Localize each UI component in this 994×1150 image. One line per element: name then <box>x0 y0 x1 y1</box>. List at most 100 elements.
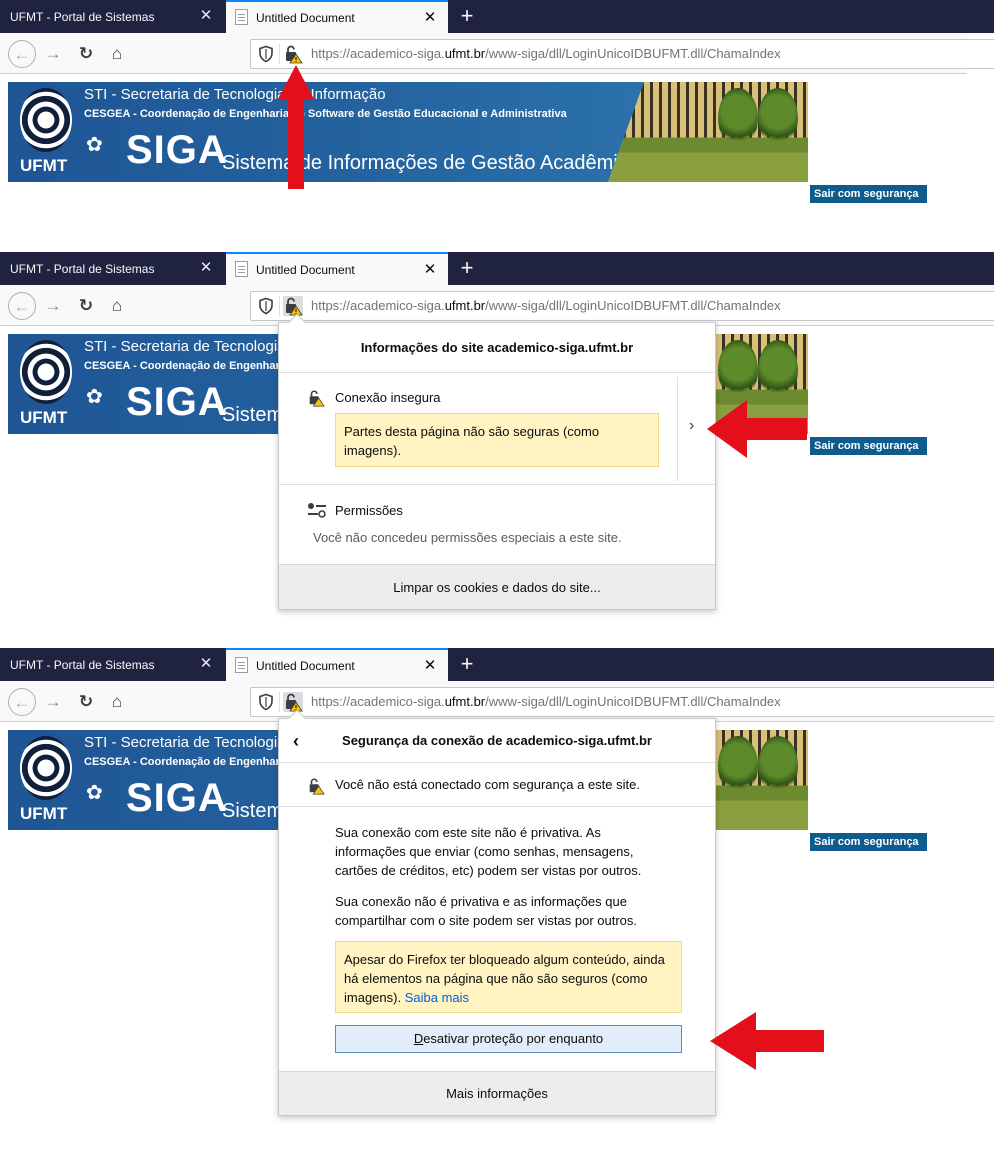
siga-banner: UFMT STI - Secretaria de Tecnologia da I… <box>8 82 808 182</box>
siga-logo-text: SIGA <box>126 776 228 820</box>
url-host: ufmt.br <box>444 694 486 709</box>
privacy-paragraph-1: Sua conexão com este site não é privativ… <box>335 825 642 878</box>
tab-untitled-document[interactable]: Untitled Document ✕ <box>226 0 448 33</box>
connection-label: Conexão insegura <box>335 390 441 405</box>
url-text: https://academico-siga.ufmt.br/www-siga/… <box>311 298 781 313</box>
close-icon[interactable]: ✕ <box>422 10 438 26</box>
panel-title: ‹ Segurança da conexão de academico-siga… <box>279 719 715 763</box>
ufmt-logo-text: UFMT <box>20 156 68 175</box>
forward-arrow-icon[interactable]: → <box>39 688 67 716</box>
connection-divider <box>677 377 678 481</box>
url-text: https://academico-siga.ufmt.br/www-siga/… <box>311 46 781 61</box>
navigation-bar: ← → ↻ ⌂ https://academico-siga.ufmt.br/w… <box>0 681 994 722</box>
logout-link[interactable]: Sair com segurança <box>810 833 927 851</box>
red-arrow-left-annotation <box>710 1012 824 1070</box>
document-icon <box>235 9 248 25</box>
new-tab-button[interactable]: + <box>456 3 478 29</box>
tab-ufmt-portal[interactable]: UFMT - Portal de Sistemas ✕ <box>0 252 224 285</box>
reload-icon[interactable]: ↻ <box>72 40 100 68</box>
siga-logo-text: SIGA <box>126 380 228 424</box>
close-icon[interactable]: ✕ <box>198 8 214 24</box>
close-icon[interactable]: ✕ <box>198 656 214 672</box>
shield-icon[interactable] <box>257 693 275 711</box>
home-icon[interactable]: ⌂ <box>103 292 131 320</box>
connection-section[interactable]: Conexão insegura Partes desta página não… <box>279 373 715 485</box>
ufmt-seal-logo <box>20 88 72 152</box>
back-arrow-icon[interactable]: ← <box>8 292 36 320</box>
campus-photo <box>608 82 808 182</box>
siga-logo-text: SIGA <box>126 128 228 172</box>
url-host: ufmt.br <box>444 298 486 313</box>
ufmt-logo-text: UFMT <box>20 804 68 823</box>
status-text: Você não está conectado com segurança a … <box>335 777 640 792</box>
palm-tree <box>718 340 758 400</box>
forward-arrow-icon[interactable]: → <box>39 40 67 68</box>
permissions-section: Permissões Você não concedeu permissões … <box>279 486 715 564</box>
tab-untitled-document[interactable]: Untitled Document ✕ <box>226 252 448 285</box>
logout-link[interactable]: Sair com segurança <box>810 437 927 455</box>
home-icon[interactable]: ⌂ <box>103 688 131 716</box>
tab-label: UFMT - Portal de Sistemas <box>10 9 155 24</box>
url-path: /www-siga/dll/LoginUnicoIDBUFMT.dll/Cham… <box>485 46 781 61</box>
connection-warning: Partes desta página não são seguras (com… <box>335 413 659 467</box>
url-bar-separator <box>279 692 280 712</box>
tab-label: UFMT - Portal de Sistemas <box>10 657 155 672</box>
shield-icon[interactable] <box>257 297 275 315</box>
ufmt-seal-logo <box>20 736 72 800</box>
more-info-button[interactable]: Mais informações <box>279 1071 715 1115</box>
url-bar[interactable]: https://academico-siga.ufmt.br/www-siga/… <box>250 687 994 717</box>
blocked-content-text: Apesar do Firefox ter bloqueado algum co… <box>344 952 665 1005</box>
ufmt-seal-logo <box>20 340 72 404</box>
reload-icon[interactable]: ↻ <box>72 292 100 320</box>
tab-strip: UFMT - Portal de Sistemas ✕ Untitled Doc… <box>0 0 994 33</box>
home-icon[interactable]: ⌂ <box>103 40 131 68</box>
back-arrow-icon[interactable]: ← <box>8 40 36 68</box>
panel-title-text: Segurança da conexão de academico-siga.u… <box>342 733 652 748</box>
tab-label: Untitled Document <box>256 10 355 25</box>
insecure-lock-icon[interactable] <box>283 44 303 64</box>
reload-icon[interactable]: ↻ <box>72 688 100 716</box>
site-info-panel: Informações do site academico-siga.ufmt.… <box>278 313 716 610</box>
insecure-lock-icon <box>309 390 325 407</box>
back-arrow-icon[interactable]: ← <box>8 688 36 716</box>
disable-accesskey: D <box>413 1031 424 1046</box>
url-path: /www-siga/dll/LoginUnicoIDBUFMT.dll/Cham… <box>485 694 781 709</box>
url-bar[interactable]: https://academico-siga.ufmt.br/www-siga/… <box>250 291 994 321</box>
url-prefix: https://academico-siga. <box>311 298 445 313</box>
tab-ufmt-portal[interactable]: UFMT - Portal de Sistemas ✕ <box>0 648 224 681</box>
new-tab-button[interactable]: + <box>456 651 478 677</box>
document-icon <box>235 261 248 277</box>
learn-more-link[interactable]: Saiba mais <box>405 990 469 1005</box>
new-tab-button[interactable]: + <box>456 255 478 281</box>
url-bar[interactable]: https://academico-siga.ufmt.br/www-siga/… <box>250 39 994 69</box>
chevron-right-icon[interactable]: › <box>689 417 694 435</box>
tab-label: UFMT - Portal de Sistemas <box>10 261 155 276</box>
url-text: https://academico-siga.ufmt.br/www-siga/… <box>311 694 781 709</box>
screenshot-step-1: UFMT - Portal de Sistemas ✕ Untitled Doc… <box>0 0 994 252</box>
insecure-lock-icon[interactable] <box>283 692 303 712</box>
siga-swirl-icon: ✿ <box>86 386 103 408</box>
tab-strip: UFMT - Portal de Sistemas ✕ Untitled Doc… <box>0 252 994 285</box>
close-icon[interactable]: ✕ <box>422 658 438 674</box>
tab-ufmt-portal[interactable]: UFMT - Portal de Sistemas ✕ <box>0 0 224 33</box>
screenshot-step-3: UFMT - Portal de Sistemas ✕ Untitled Doc… <box>0 648 994 1150</box>
clear-cookies-button[interactable]: Limpar os cookies e dados do site... <box>279 564 715 609</box>
url-host: ufmt.br <box>444 46 486 61</box>
disable-protection-button[interactable]: Desativar proteção por enquanto <box>335 1025 682 1053</box>
navigation-bar: ← → ↻ ⌂ https://academico-siga.ufmt.br/w… <box>0 285 994 326</box>
document-icon <box>235 657 248 673</box>
close-icon[interactable]: ✕ <box>422 262 438 278</box>
forward-arrow-icon[interactable]: → <box>39 292 67 320</box>
palm-tree <box>758 340 798 400</box>
close-icon[interactable]: ✕ <box>198 260 214 276</box>
chevron-left-icon[interactable]: ‹ <box>293 719 299 763</box>
insecure-lock-icon[interactable] <box>283 296 303 316</box>
red-arrow-left-annotation <box>707 400 807 458</box>
shield-icon[interactable] <box>257 45 275 63</box>
tab-untitled-document[interactable]: Untitled Document ✕ <box>226 648 448 681</box>
privacy-paragraph-2: Sua conexão não é privativa e as informa… <box>335 894 638 928</box>
logout-link[interactable]: Sair com segurança <box>810 185 927 203</box>
disable-label: esativar proteção por enquanto <box>423 1031 604 1046</box>
url-prefix: https://academico-siga. <box>311 694 445 709</box>
permissions-icon <box>308 503 326 518</box>
